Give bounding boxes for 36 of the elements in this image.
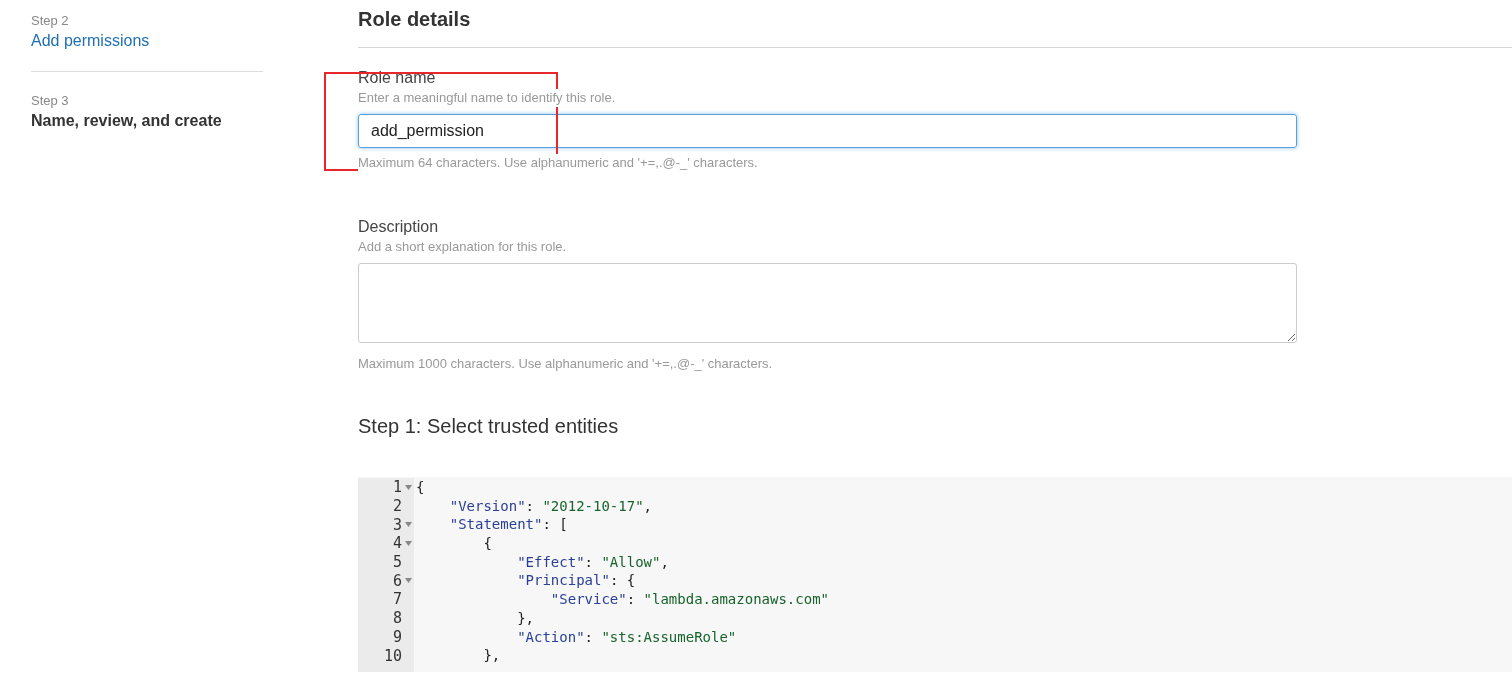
line-number: 10 [383,646,402,665]
code-line: "Service": "lambda.amazonaws.com" [549,590,829,609]
section-heading: Role details [358,7,472,32]
code-line: "Effect": "Allow", [516,552,670,572]
code-editor[interactable]: 1 2 3 4 5 6 7 8 9 10 { "Version": "2012-10-17", "Statement": [ { "Effect": "Allow", "Principal": { "Service": "lambda.amazonaws.com" }, "Action": "sts:AssumeRole" }, [358,477,1512,672]
code-line: "Action": "sts:AssumeRole" [516,627,738,647]
line-number: 5 [392,553,402,572]
line-number: 6 [392,571,402,590]
line-number: 2 [392,497,402,516]
code-line: }, [482,646,502,665]
text-area[interactable] [358,263,1297,343]
text-input[interactable]: add_permission [358,114,1297,148]
step-label: Step 3 [31,92,70,110]
field-label: Description [358,217,440,237]
field-hint: Enter a meaningful name to identify this role. [358,89,616,107]
code-line: { [416,478,426,497]
line-number: 1 [392,478,402,497]
section-heading: Step 1: Select trusted entities [358,414,620,439]
fold-caret-icon[interactable] [404,578,412,584]
code-line: { [482,534,493,553]
line-number: 9 [392,627,402,646]
code-line: "Statement": [ [448,515,569,535]
step-title: Name, review, and create [31,111,223,131]
line-number: 7 [392,590,402,609]
step-link[interactable]: Add permissions [31,30,263,52]
fold-caret-icon[interactable] [404,540,412,546]
step-label: Step 2 [31,12,70,30]
line-number: 4 [392,534,402,553]
fold-caret-icon[interactable] [404,522,412,528]
code-line: "Principal": { [516,571,637,591]
line-number: 8 [392,609,402,628]
code-line: }, [516,608,535,628]
line-number: 3 [392,515,402,534]
field-help: Maximum 64 characters. Use alphanumeric and '+=,.@-_' characters. [358,154,758,172]
code-line: "Version": "2012-10-17", [448,496,654,516]
fold-caret-icon[interactable] [404,484,412,490]
